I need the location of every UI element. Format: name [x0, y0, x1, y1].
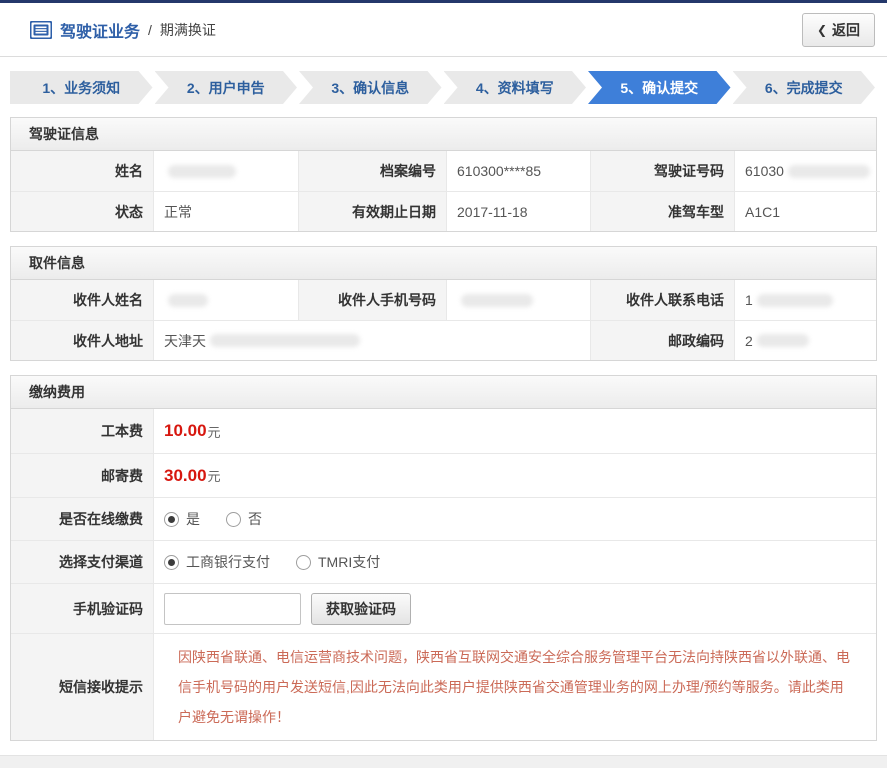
channel-icbc-label: 工商银行支付 [186, 554, 270, 570]
get-code-button[interactable]: 获取验证码 [311, 592, 411, 625]
page-title: 驾驶证业务 [60, 23, 141, 41]
recipient-name-value [153, 280, 298, 320]
mailing-fee-amount: 30.00 [164, 465, 207, 485]
payment-channel-options: 工商银行支付 TMRI支付 [153, 540, 876, 583]
license-business-icon [30, 20, 52, 39]
online-pay-yes-radio[interactable]: 是 [164, 509, 200, 529]
step-5-confirm-submit-active: 5、确认提交 [588, 71, 731, 104]
sms-notice-cell: 因陕西省联通、电信运营商技术问题，陕西省互联网交通安全综合服务管理平台无法向持陕… [153, 633, 876, 740]
step-6-complete-submit: 6、完成提交 [733, 71, 876, 104]
radio-unselected-icon [296, 554, 311, 570]
expiry-date-label: 有效期止日期 [298, 191, 446, 231]
recipient-address-value: 天津天 [153, 320, 590, 360]
mailing-fee-value: 30.00 元 [153, 453, 876, 497]
wizard-stepper: 1、业务须知 2、用户申告 3、确认信息 4、资料填写 5、确认提交 6、完成提… [10, 71, 877, 104]
production-fee-amount: 10.00 [164, 421, 207, 440]
pickup-info-section: 取件信息 收件人姓名 收件人手机号码 收件人联系电话 1 收件人地址 天津天 邮… [10, 246, 877, 361]
chevron-left-icon: ❮ [816, 22, 827, 37]
recipient-phone-label: 收件人联系电话 [590, 280, 734, 320]
step-2-user-declaration: 2、用户申告 [155, 71, 298, 104]
vehicle-type-label: 准驾车型 [590, 191, 734, 231]
sms-code-row: 获取验证码 [153, 583, 876, 633]
sms-notice-label: 短信接收提示 [11, 633, 153, 740]
production-fee-value: 10.00 元 [153, 409, 876, 453]
production-fee-label: 工本费 [11, 409, 153, 453]
wizard-stepper-container: 1、业务须知 2、用户申告 3、确认信息 4、资料填写 5、确认提交 6、完成提… [0, 57, 887, 117]
online-payment-options: 是 否 [153, 497, 876, 540]
name-label: 姓名 [11, 151, 153, 191]
breadcrumb-current: 期满换证 [159, 21, 216, 38]
name-value [153, 151, 298, 191]
sms-notice-text: 因陕西省联通、电信运营商技术问题，陕西省互联网交通安全综合服务管理平台无法向持陕… [178, 649, 850, 725]
radio-selected-icon [164, 554, 179, 570]
page-header: 驾驶证业务 / 期满换证 ❮ 返回 [0, 3, 887, 57]
radio-unselected-icon [226, 511, 241, 527]
postcode-label: 邮政编码 [590, 320, 734, 360]
file-number-label: 档案编号 [298, 151, 446, 191]
redacted-phone [756, 293, 833, 307]
sms-code-label: 手机验证码 [11, 583, 153, 633]
license-info-section: 驾驶证信息 姓名 档案编号 610300****85 驾驶证号码 61030 状… [10, 117, 880, 232]
redacted-license-number [787, 164, 870, 178]
step-3-confirm-info: 3、确认信息 [299, 71, 442, 104]
step-4-fill-info: 4、资料填写 [444, 71, 587, 104]
production-fee-unit: 元 [207, 424, 221, 440]
license-number-value: 61030 [734, 151, 880, 191]
channel-tmri-radio[interactable]: TMRI支付 [296, 552, 380, 572]
pickup-info-section-title: 取件信息 [11, 247, 876, 280]
payment-fee-section-title: 缴纳费用 [11, 376, 876, 409]
radio-selected-icon [164, 511, 179, 527]
status-label: 状态 [11, 191, 153, 231]
online-pay-yes-label: 是 [186, 511, 200, 527]
file-number-value: 610300****85 [446, 151, 590, 191]
online-pay-no-radio[interactable]: 否 [226, 509, 262, 529]
channel-icbc-radio[interactable]: 工商银行支付 [164, 552, 270, 572]
postcode-value: 2 [734, 320, 876, 360]
license-number-label: 驾驶证号码 [590, 151, 734, 191]
status-value: 正常 [153, 191, 298, 231]
recipient-name-label: 收件人姓名 [11, 280, 153, 320]
redacted-mobile [461, 293, 533, 307]
mailing-fee-label: 邮寄费 [11, 453, 153, 497]
payment-channel-label: 选择支付渠道 [11, 540, 153, 583]
redacted-recipient-name [168, 293, 208, 307]
redacted-postcode [756, 334, 809, 347]
mailing-fee-unit: 元 [207, 469, 221, 484]
recipient-phone-value: 1 [734, 280, 876, 320]
sms-code-input[interactable] [164, 592, 301, 625]
channel-tmri-label: TMRI支付 [318, 554, 381, 570]
redacted-name [168, 164, 236, 178]
payment-fee-section: 缴纳费用 工本费 10.00 元 邮寄费 30.00 元 是否在线缴费 是 否 [10, 375, 877, 741]
license-info-section-title: 驾驶证信息 [11, 118, 876, 151]
breadcrumb-separator: / [148, 21, 152, 38]
recipient-mobile-label: 收件人手机号码 [298, 280, 446, 320]
vehicle-type-value: A1C1 [734, 191, 880, 231]
recipient-mobile-value [446, 280, 590, 320]
action-buttons: 上一步 完成 [0, 756, 887, 768]
online-payment-label: 是否在线缴费 [11, 497, 153, 540]
recipient-address-label: 收件人地址 [11, 320, 153, 360]
online-pay-no-label: 否 [248, 511, 262, 527]
back-button-label: 返回 [832, 21, 860, 38]
redacted-address [210, 334, 360, 347]
content-area: 驾驶证信息 姓名 档案编号 610300****85 驾驶证号码 61030 状… [0, 117, 887, 755]
back-button[interactable]: ❮ 返回 [801, 12, 875, 47]
step-1-business-notice: 1、业务须知 [10, 71, 153, 104]
footer-band: 上一步 完成 [0, 755, 887, 768]
expiry-date-value: 2017-11-18 [446, 191, 590, 231]
